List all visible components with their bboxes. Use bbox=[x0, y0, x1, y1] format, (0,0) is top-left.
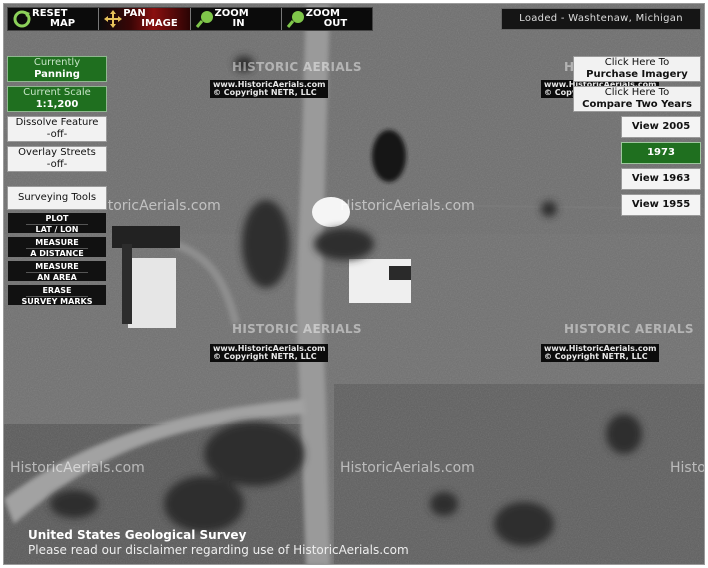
view-2005-button[interactable]: View 2005 bbox=[621, 116, 701, 138]
overlay-value: -off- bbox=[46, 159, 68, 170]
reset-map-button[interactable]: RESET MAP bbox=[8, 8, 98, 30]
copyright-tag: www.HistoricAerials.com © Copyright NETR… bbox=[210, 80, 329, 98]
current-mode-value: Panning bbox=[34, 69, 80, 80]
overlay-caption: Overlay Streets bbox=[18, 147, 96, 158]
pan-image-button[interactable]: PAN IMAGE bbox=[98, 8, 190, 30]
zoom-out-icon bbox=[286, 11, 304, 28]
site-watermark: HistoricAerials.com bbox=[340, 460, 475, 476]
purchase-line-1: Click Here To bbox=[604, 57, 670, 68]
historic-aerials-logo-watermark: HISTORIC AERIALS bbox=[564, 322, 694, 336]
zoom-out-button[interactable]: ZOOM OUT bbox=[280, 8, 372, 30]
compare-line-1: Click Here To bbox=[604, 87, 670, 98]
disclaimer-caption[interactable]: Please read our disclaimer regarding use… bbox=[28, 543, 409, 557]
current-mode-box: Currently Panning bbox=[7, 56, 107, 82]
zoom-out-label-2: OUT bbox=[323, 18, 348, 29]
pan-icon bbox=[104, 10, 123, 28]
pan-label-2: IMAGE bbox=[141, 18, 178, 29]
zoom-in-button[interactable]: ZOOM IN bbox=[189, 8, 281, 30]
reset-label-2: MAP bbox=[50, 18, 76, 29]
site-watermark: HistoricAerials.com bbox=[10, 460, 145, 476]
distance-label: A DISTANCE bbox=[30, 249, 84, 258]
compare-two-years-button[interactable]: Click Here To Compare Two Years bbox=[573, 86, 701, 112]
view-1955-button[interactable]: View 1955 bbox=[621, 194, 701, 216]
current-scale-value: 1:1,200 bbox=[35, 99, 79, 110]
overlay-streets-toggle[interactable]: Overlay Streets -off- bbox=[7, 146, 107, 172]
copyright-tag: www.HistoricAerials.com © Copyright NETR… bbox=[210, 344, 329, 362]
copyright-owner: © Copyright NETR, LLC bbox=[544, 352, 648, 361]
year-1973-selected[interactable]: 1973 bbox=[621, 142, 701, 164]
purchase-line-2: Purchase Imagery bbox=[586, 69, 688, 80]
aerial-map-viewer[interactable]: HISTORIC AERIALS HISTORIC AERIALS HISTOR… bbox=[3, 3, 705, 565]
site-watermark: HistoricAerials.com bbox=[670, 460, 704, 476]
dissolve-feature-toggle[interactable]: Dissolve Feature -off- bbox=[7, 116, 107, 142]
measure-label: MEASURE bbox=[26, 262, 88, 273]
copyright-tag: www.HistoricAerials.com © Copyright NETR… bbox=[541, 344, 660, 362]
zoom-in-label-2: IN bbox=[232, 18, 245, 29]
site-watermark: HistoricAerials.com bbox=[340, 198, 475, 214]
lat-lon-label: LAT / LON bbox=[35, 225, 79, 234]
measure-area-button[interactable]: MEASURE AN AREA bbox=[7, 260, 107, 282]
plot-lat-lon-button[interactable]: PLOT LAT / LON bbox=[7, 212, 107, 234]
purchase-imagery-button[interactable]: Click Here To Purchase Imagery bbox=[573, 56, 701, 82]
historic-aerials-logo-watermark: HISTORIC AERIALS bbox=[232, 322, 362, 336]
dissolve-value: -off- bbox=[46, 129, 68, 140]
copyright-owner: © Copyright NETR, LLC bbox=[213, 352, 317, 361]
current-scale-caption: Current Scale bbox=[23, 87, 91, 98]
measure-label: MEASURE bbox=[26, 238, 88, 249]
erase-survey-marks-button[interactable]: ERASE SURVEY MARKS bbox=[7, 284, 107, 306]
view-1963-button[interactable]: View 1963 bbox=[621, 168, 701, 190]
historic-aerials-logo-watermark: HISTORIC AERIALS bbox=[232, 60, 362, 74]
erase-label: ERASE bbox=[26, 286, 88, 297]
status-display: Loaded - Washtenaw, Michigan bbox=[501, 8, 701, 30]
map-toolbar: RESET MAP PAN IMAGE ZOOM IN ZOOM OUT bbox=[7, 7, 373, 31]
current-scale-box: Current Scale 1:1,200 bbox=[7, 86, 107, 112]
zoom-in-icon bbox=[195, 11, 213, 28]
plot-label: PLOT bbox=[26, 214, 88, 225]
reset-icon bbox=[13, 10, 31, 28]
dissolve-caption: Dissolve Feature bbox=[15, 117, 99, 128]
survey-marks-label: SURVEY MARKS bbox=[21, 297, 93, 306]
area-label: AN AREA bbox=[37, 273, 77, 282]
surveying-tools-heading: Surveying Tools bbox=[7, 186, 107, 210]
compare-line-2: Compare Two Years bbox=[582, 99, 692, 110]
copyright-owner: © Copyright NETR, LLC bbox=[213, 88, 317, 97]
current-mode-caption: Currently bbox=[33, 57, 81, 68]
measure-distance-button[interactable]: MEASURE A DISTANCE bbox=[7, 236, 107, 258]
imagery-source-caption: United States Geological Survey bbox=[28, 528, 247, 542]
